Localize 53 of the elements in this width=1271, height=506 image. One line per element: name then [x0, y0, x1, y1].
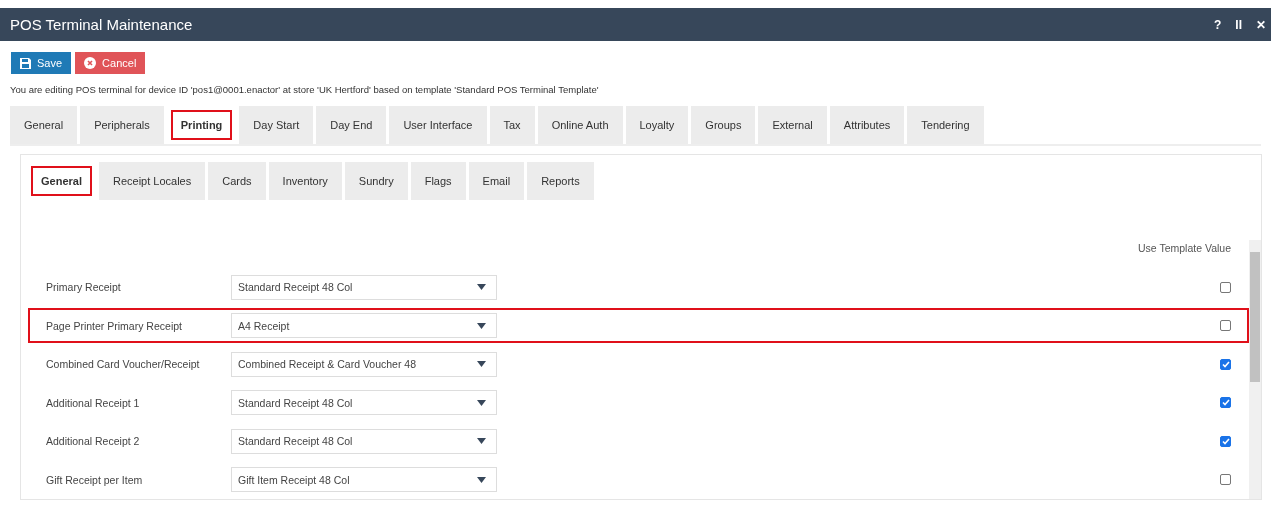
- cancel-button[interactable]: Cancel: [75, 52, 146, 74]
- caret-icon: [477, 476, 486, 483]
- tab[interactable]: Tendering: [907, 106, 984, 144]
- field-label: Additional Receipt 1: [45, 396, 141, 409]
- field-label: Gift Receipt per Item: [45, 473, 144, 486]
- tab[interactable]: Attributes: [829, 106, 905, 144]
- window-control-button[interactable]: II: [1230, 17, 1247, 32]
- checkbox[interactable]: [1220, 320, 1231, 332]
- info-text: You are editing POS terminal for device ID 'pos1@0001.enactor' at store 'UK Hertford' based on template 'Standard POS Terminal Template': [9, 83, 600, 95]
- close-circle-icon: [84, 57, 97, 69]
- tab[interactable]: Online Auth: [537, 106, 623, 144]
- select-field[interactable]: Combined Receipt & Card Voucher 48: [231, 351, 497, 377]
- caret-icon: [477, 361, 486, 368]
- checkbox[interactable]: [1220, 397, 1231, 409]
- save-button[interactable]: Save: [11, 52, 72, 74]
- select-field[interactable]: Gift Item Receipt 48 Col: [231, 467, 497, 493]
- tab[interactable]: Receipt Locales: [98, 162, 206, 200]
- tab[interactable]: Loyalty: [625, 106, 689, 144]
- scrollbar[interactable]: [1249, 240, 1261, 499]
- select-field[interactable]: A4 Receipt: [231, 313, 497, 339]
- checkbox[interactable]: [1220, 281, 1231, 293]
- tab[interactable]: Tax: [489, 106, 535, 144]
- tab[interactable]: User Interface: [389, 106, 487, 144]
- tab[interactable]: Inventory: [268, 162, 342, 200]
- select-field[interactable]: Standard Receipt 48 Col: [231, 274, 497, 300]
- caret-icon: [477, 284, 486, 291]
- checkbox[interactable]: [1220, 474, 1231, 486]
- tab[interactable]: Day End: [316, 106, 387, 144]
- tab[interactable]: Sundry: [344, 162, 408, 200]
- select-field[interactable]: Standard Receipt 48 Col: [231, 390, 497, 416]
- select-field[interactable]: Standard Receipt 48 Col: [231, 428, 497, 454]
- tab[interactable]: General: [10, 106, 78, 144]
- tab[interactable]: Cards: [208, 162, 266, 200]
- field-label: Combined Card Voucher/Receipt: [45, 358, 201, 371]
- caret-icon: [477, 322, 486, 329]
- column-header: Use Template Value: [1138, 242, 1231, 254]
- field-label: Additional Receipt 2: [45, 435, 141, 448]
- tab[interactable]: Day Start: [239, 106, 314, 144]
- window-control-button[interactable]: ✕: [1251, 17, 1271, 32]
- window-control-button[interactable]: ?: [1209, 17, 1227, 32]
- tab[interactable]: Flags: [410, 162, 466, 200]
- window-title: POS Terminal Maintenance: [10, 16, 193, 33]
- field-label: Page Printer Primary Receipt: [45, 319, 183, 332]
- checkbox[interactable]: [1220, 358, 1231, 370]
- tab[interactable]: Peripherals: [80, 106, 164, 144]
- tab[interactable]: External: [758, 106, 827, 144]
- field-label: Primary Receipt: [45, 281, 122, 294]
- checkbox[interactable]: [1220, 435, 1231, 447]
- caret-icon: [477, 438, 486, 445]
- tab[interactable]: Groups: [691, 106, 756, 144]
- tab[interactable]: Email: [468, 162, 525, 200]
- tab[interactable]: Reports: [527, 162, 594, 200]
- caret-icon: [477, 399, 486, 406]
